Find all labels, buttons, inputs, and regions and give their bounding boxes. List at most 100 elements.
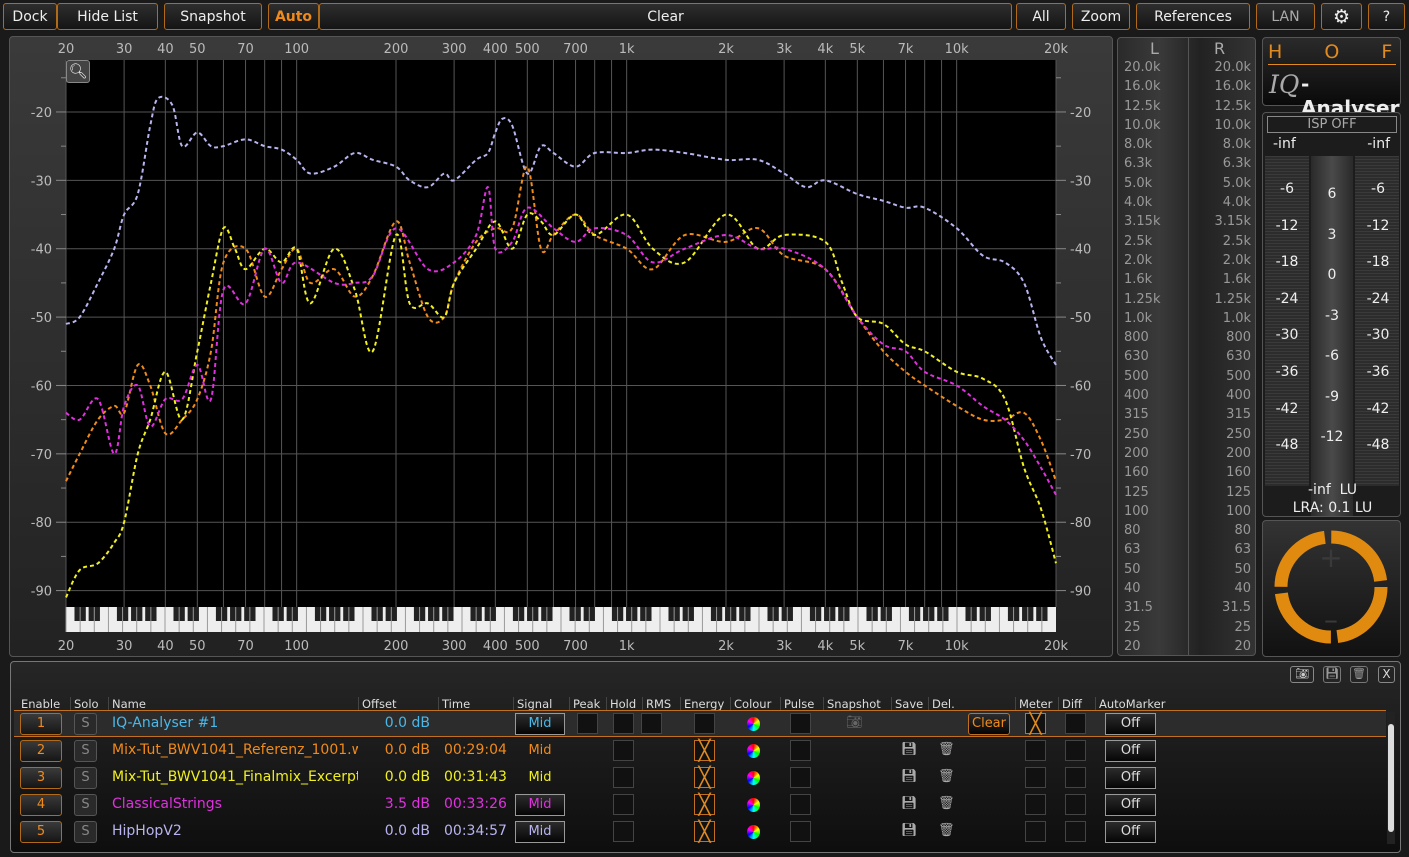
clear-button[interactable]: Clear (968, 713, 1010, 735)
y-tick-label-right: -40 (1070, 243, 1091, 258)
band-label: 200 (1226, 445, 1251, 461)
enable-button[interactable]: 3 (20, 767, 62, 789)
automarker-button[interactable]: Off (1105, 713, 1156, 735)
band-label: 6.3k (1222, 156, 1251, 172)
signal-button[interactable]: Mid (515, 767, 565, 789)
offset-value[interactable]: 0.0 dB (354, 715, 430, 731)
diff-checkbox[interactable] (1065, 821, 1086, 842)
scrollbar-thumb[interactable] (1388, 724, 1394, 832)
pulse-checkbox[interactable] (790, 821, 811, 842)
colour-picker-icon[interactable] (747, 744, 760, 758)
pulse-checkbox[interactable] (790, 767, 811, 788)
table-row[interactable]: 5 S HipHopV2 0.0 dB 00:34:57 Mid ╳ 💾︎ 🗑︎ Off (14, 819, 1386, 845)
signal-button[interactable]: Mid (515, 713, 565, 735)
save-icon[interactable]: 💾︎ (901, 823, 918, 838)
table-row[interactable]: 4 S ClassicalStrings 3.5 dB 00:33:26 Mid ╳ 💾︎ 🗑︎… (14, 792, 1386, 818)
energy-checkbox[interactable]: ╳ (694, 767, 715, 788)
energy-checkbox[interactable]: ╳ (694, 740, 715, 761)
save-icon[interactable]: 💾︎ (901, 742, 918, 757)
meter-checkbox[interactable] (1025, 767, 1046, 788)
save-all-icon[interactable]: 💾︎ (1323, 666, 1341, 683)
hold-checkbox[interactable] (613, 713, 634, 734)
automarker-button[interactable]: Off (1105, 794, 1156, 816)
delete-icon[interactable]: 🗑︎ (938, 823, 955, 838)
x-tick-label-bottom: 100 (284, 639, 309, 654)
solo-button[interactable]: S (74, 740, 97, 762)
band-label: 16.0k (1214, 79, 1251, 95)
track-name: IQ-Analyser #1 (112, 715, 219, 731)
diff-checkbox[interactable] (1065, 740, 1086, 761)
pulse-checkbox[interactable] (790, 794, 811, 815)
automarker-button[interactable]: Off (1105, 740, 1156, 762)
hold-checkbox[interactable] (613, 794, 634, 815)
signal-button[interactable]: Mid (515, 821, 565, 843)
colour-picker-icon[interactable] (747, 825, 760, 839)
pulse-checkbox[interactable] (790, 740, 811, 761)
table-row[interactable]: 3 S Mix-Tut_BWV1041_Finalmix_Excerpt 0.0 dB… (14, 765, 1386, 791)
signal-button[interactable]: Mid (515, 740, 565, 762)
x-tick-label-bottom: 200 (384, 639, 409, 654)
hold-checkbox[interactable] (613, 821, 634, 842)
save-icon[interactable]: 💾︎ (901, 796, 918, 811)
enable-button[interactable]: 1 (20, 713, 62, 735)
solo-button[interactable]: S (74, 713, 97, 735)
automarker-button[interactable]: Off (1105, 767, 1156, 789)
offset-value[interactable]: 3.5 dB (354, 796, 430, 812)
solo-button[interactable]: S (74, 794, 97, 816)
colour-picker-icon[interactable] (747, 717, 760, 731)
band-label: 12.5k (1124, 98, 1161, 114)
offset-value[interactable]: 0.0 dB (354, 823, 430, 839)
diff-checkbox[interactable] (1065, 713, 1086, 734)
hold-checkbox[interactable] (613, 767, 634, 788)
rms-checkbox[interactable] (641, 713, 662, 734)
camera-icon[interactable]: 📷︎ (1290, 666, 1314, 683)
band-labels-left: 20.0k 16.0k 12.5k 10.0k 8.0k 6.3k 5.0k 4.0k 3.15… (1124, 58, 1160, 656)
meter-checkbox[interactable] (1025, 794, 1046, 815)
snapshot-camera-icon[interactable]: 📷︎ (846, 715, 863, 730)
save-icon[interactable]: 💾︎ (901, 769, 918, 784)
enable-button[interactable]: 2 (20, 740, 62, 762)
band-label: 200 (1124, 445, 1149, 461)
offset-value[interactable]: 0.0 dB (354, 769, 430, 785)
table-row[interactable]: 1 S IQ-Analyser #1 0.0 dB Mid 📷︎ Clear ╳ Off (14, 711, 1386, 737)
solo-button[interactable]: S (74, 821, 97, 843)
band-label: 400 (1226, 388, 1251, 404)
close-list-icon[interactable]: X (1378, 666, 1395, 683)
colour-picker-icon[interactable] (747, 771, 760, 785)
energy-checkbox[interactable] (694, 713, 715, 734)
peak-checkbox[interactable] (577, 713, 598, 734)
meter-checkbox[interactable] (1025, 821, 1046, 842)
list-scrollbar[interactable] (1387, 712, 1395, 844)
automarker-button[interactable]: Off (1105, 821, 1156, 843)
band-label: 20.0k (1124, 60, 1161, 75)
band-label: 31.5 (1124, 600, 1153, 616)
diff-checkbox[interactable] (1065, 767, 1086, 788)
enable-button[interactable]: 4 (20, 794, 62, 816)
energy-checkbox[interactable]: ╳ (694, 794, 715, 815)
x-tick-label-top: 7k (898, 42, 914, 57)
colour-picker-icon[interactable] (747, 798, 760, 812)
offset-knob[interactable]: + – (1263, 521, 1402, 658)
zoom-magnifier-icon[interactable]: 🔍︎ (66, 60, 90, 83)
isp-toggle[interactable]: ISP OFF (1267, 116, 1397, 133)
table-row[interactable]: 2 S Mix-Tut_BWV1041_Referenz_1001.w 0.0 dB 0… (14, 738, 1386, 764)
meter-scale-label: -12 (1275, 217, 1299, 234)
trash-all-icon[interactable]: 🗑︎ (1350, 666, 1368, 683)
delete-icon[interactable]: 🗑︎ (938, 742, 955, 757)
band-label: 63 (1124, 542, 1141, 558)
meter-checkbox[interactable]: ╳ (1025, 713, 1046, 734)
diff-checkbox[interactable] (1065, 794, 1086, 815)
solo-button[interactable]: S (74, 767, 97, 789)
enable-button[interactable]: 5 (20, 821, 62, 843)
signal-button[interactable]: Mid (515, 794, 565, 816)
pulse-checkbox[interactable] (790, 713, 811, 734)
hold-checkbox[interactable] (613, 740, 634, 761)
band-label: 500 (1226, 368, 1251, 384)
time-value: 00:31:43 (444, 769, 507, 785)
offset-value[interactable]: 0.0 dB (354, 742, 430, 758)
meter-checkbox[interactable] (1025, 740, 1046, 761)
delete-icon[interactable]: 🗑︎ (938, 796, 955, 811)
delete-icon[interactable]: 🗑︎ (938, 769, 955, 784)
x-tick-label-top: 100 (284, 42, 309, 57)
energy-checkbox[interactable]: ╳ (694, 821, 715, 842)
